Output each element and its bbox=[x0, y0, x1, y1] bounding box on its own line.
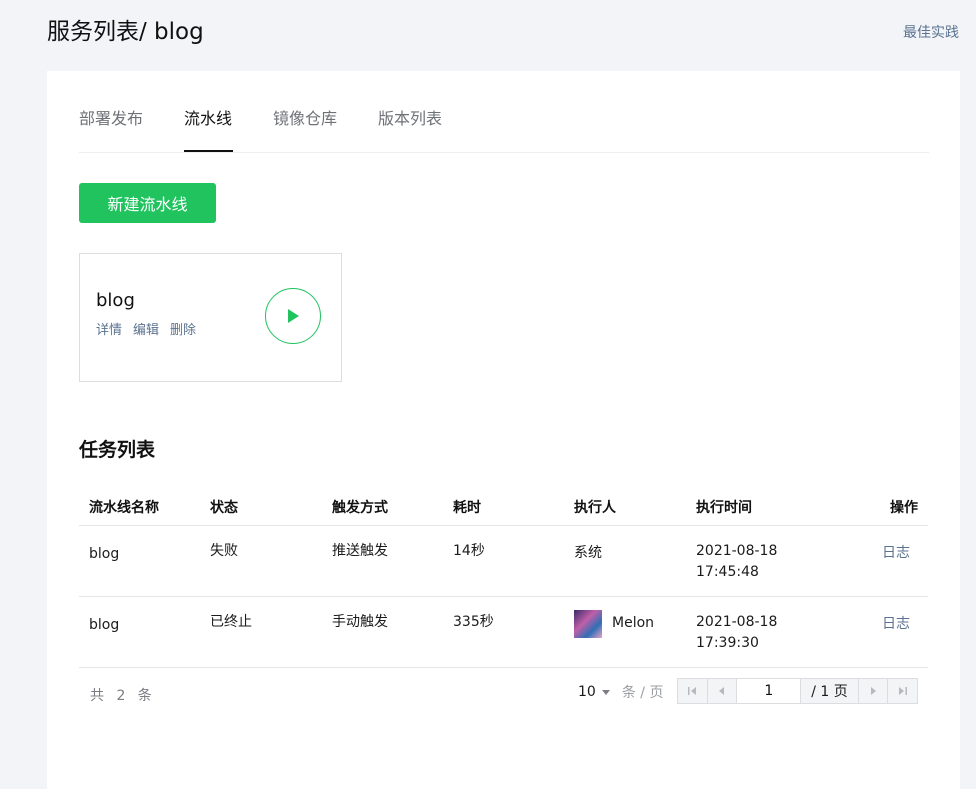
page-number-input[interactable] bbox=[737, 679, 802, 703]
pipeline-details-link[interactable]: 详情 bbox=[96, 319, 122, 338]
col-executor: 执行人 bbox=[564, 489, 686, 526]
play-icon bbox=[288, 309, 299, 323]
row-trigger: 推送触发 bbox=[322, 525, 443, 597]
table-row: blog 失败 推送触发 14秒 系统 2021-08-18 17:45:48 … bbox=[79, 525, 928, 597]
run-pipeline-button[interactable] bbox=[265, 288, 321, 344]
page-size-value: 10 bbox=[578, 684, 596, 700]
page-title: 服务列表/ blog bbox=[47, 19, 204, 45]
col-duration: 耗时 bbox=[443, 489, 564, 526]
tab-version-list[interactable]: 版本列表 bbox=[378, 105, 442, 153]
next-page-icon[interactable] bbox=[857, 679, 888, 703]
row-executor-cell: Melon bbox=[564, 596, 686, 668]
pipeline-card: blog 详情 编辑 删除 bbox=[79, 253, 342, 382]
prev-page-icon[interactable] bbox=[708, 679, 738, 703]
row-exec-time: 2021-08-18 17:39:30 bbox=[686, 596, 807, 668]
first-page-icon[interactable] bbox=[678, 679, 708, 703]
col-trigger: 触发方式 bbox=[322, 489, 443, 526]
col-status: 状态 bbox=[200, 489, 322, 526]
active-tab-indicator bbox=[184, 150, 233, 152]
col-exec-time: 执行时间 bbox=[686, 489, 807, 526]
row-exec-date: 2021-08-18 bbox=[696, 542, 778, 559]
row-status: 失败 bbox=[200, 525, 322, 597]
col-pipeline-name: 流水线名称 bbox=[79, 489, 200, 526]
per-page-label: 条 / 页 bbox=[621, 685, 664, 701]
chevron-down-icon bbox=[601, 689, 610, 695]
tab-bar: 部署发布 流水线 镜像仓库 版本列表 bbox=[79, 71, 929, 153]
row-exec-clock: 17:45:48 bbox=[696, 563, 759, 580]
row-duration: 14秒 bbox=[443, 525, 564, 597]
table-header-row: 流水线名称 状态 触发方式 耗时 执行人 执行时间 操作 bbox=[79, 489, 928, 526]
pipeline-name: blog bbox=[96, 290, 135, 311]
row-executor: Melon bbox=[612, 615, 655, 631]
total-count: 共 2 条 bbox=[90, 688, 156, 704]
col-actions: 操作 bbox=[807, 489, 928, 526]
row-exec-date: 2021-08-18 bbox=[696, 613, 778, 630]
tab-pipeline[interactable]: 流水线 bbox=[184, 105, 232, 153]
row-pipeline-name: blog bbox=[79, 596, 200, 668]
content-card: 部署发布 流水线 镜像仓库 版本列表 新建流水线 blog 详情 编辑 删除 任… bbox=[47, 71, 960, 789]
row-duration: 335秒 bbox=[443, 596, 564, 668]
page-size-select[interactable]: 10 条 / 页 bbox=[578, 682, 663, 702]
row-log-link[interactable]: 日志 bbox=[807, 525, 928, 597]
last-page-icon[interactable] bbox=[887, 679, 917, 703]
table-row: blog 已终止 手动触发 335秒 Melon 2021-08-18 17:3… bbox=[79, 596, 928, 668]
tab-deploy[interactable]: 部署发布 bbox=[79, 105, 143, 153]
total-pages: / 1 页 bbox=[811, 684, 848, 700]
task-list-title: 任务列表 bbox=[79, 439, 156, 461]
row-executor: 系统 bbox=[564, 525, 686, 597]
row-status: 已终止 bbox=[200, 596, 322, 668]
row-trigger: 手动触发 bbox=[322, 596, 443, 668]
row-pipeline-name: blog bbox=[79, 525, 200, 597]
best-practice-link[interactable]: 最佳实践 bbox=[903, 22, 959, 42]
pipeline-actions: 详情 编辑 删除 bbox=[96, 319, 196, 338]
avatar bbox=[574, 609, 602, 638]
pipeline-delete-link[interactable]: 删除 bbox=[170, 319, 196, 338]
task-table: 流水线名称 状态 触发方式 耗时 执行人 执行时间 操作 blog 失败 推送触… bbox=[79, 489, 928, 668]
pipeline-edit-link[interactable]: 编辑 bbox=[133, 319, 159, 338]
row-exec-clock: 17:39:30 bbox=[696, 634, 759, 651]
row-log-link[interactable]: 日志 bbox=[807, 596, 928, 668]
pagination-control: / 1 页 bbox=[677, 678, 918, 704]
new-pipeline-button[interactable]: 新建流水线 bbox=[79, 183, 216, 223]
row-exec-time: 2021-08-18 17:45:48 bbox=[686, 525, 807, 597]
tab-image-registry[interactable]: 镜像仓库 bbox=[273, 105, 337, 153]
